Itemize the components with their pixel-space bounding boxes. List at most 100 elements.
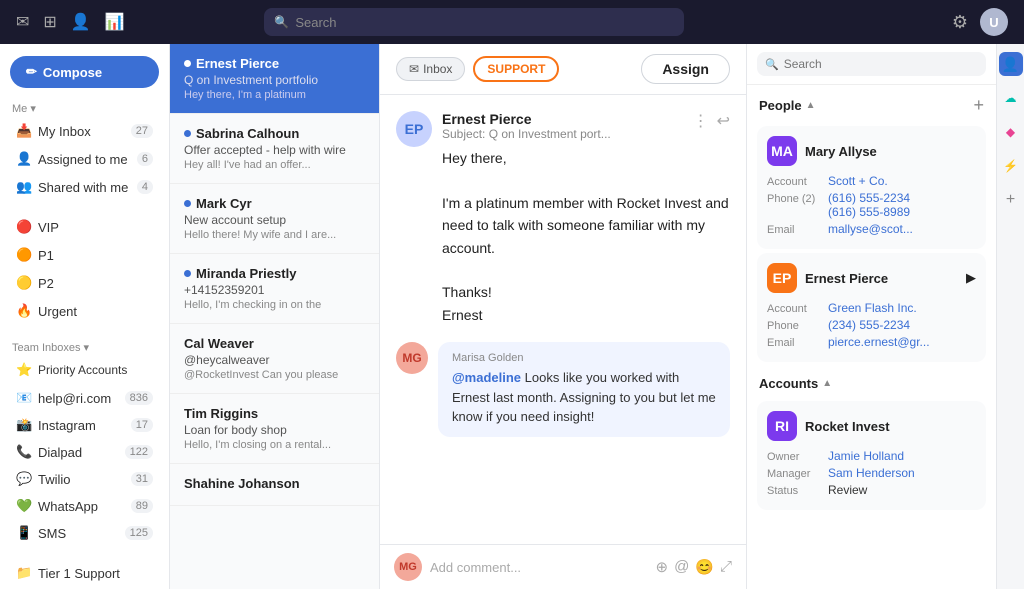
right-panel: 🔍 People ▲ + MA Mary Allyse Account Scot…: [746, 44, 996, 589]
sidebar-item-helpricom[interactable]: 📧help@ri.com836: [4, 385, 165, 411]
support-tab[interactable]: SUPPORT: [473, 56, 559, 82]
p1-icon: 🟠: [16, 247, 32, 263]
chart-icon[interactable]: 📊: [105, 12, 125, 32]
mary-email-row: Email mallyse@scot...: [767, 222, 976, 236]
inbox-tab[interactable]: ✉ Inbox: [396, 57, 465, 81]
conversation-item[interactable]: Sabrina Calhoun Offer accepted - help wi…: [170, 114, 379, 184]
main-panel: ✉ Inbox SUPPORT Assign EP Ernest Pierce …: [380, 44, 746, 589]
message-subject: Subject: Q on Investment port...: [442, 127, 683, 141]
right-search-input[interactable]: [784, 57, 978, 71]
vip-icon: 🔴: [16, 219, 32, 235]
inbox-icon: 📥: [16, 123, 32, 139]
sidebar-item-tier-1-support[interactable]: 📁Tier 1 Support: [4, 560, 165, 586]
sidebar-item-shared[interactable]: 👥 Shared with me 4: [4, 174, 165, 200]
account-name-rocket: Rocket Invest: [805, 419, 890, 434]
conv-preview: @RocketInvest Can you please: [184, 369, 365, 381]
sidebar-item-whatsapp[interactable]: 💚WhatsApp89: [4, 493, 165, 519]
icon-bar-app1[interactable]: ◆: [999, 120, 1023, 144]
reply-icon[interactable]: ↩: [717, 111, 730, 131]
inbox-item-icon: 📞: [16, 444, 32, 460]
assign-button[interactable]: Assign: [641, 54, 730, 84]
me-section-label[interactable]: Me ▾: [0, 98, 169, 117]
icon-bar-add[interactable]: +: [999, 188, 1023, 212]
contact-card-mary: MA Mary Allyse Account Scott + Co. Phone…: [757, 126, 986, 249]
at-icon[interactable]: @: [674, 558, 689, 576]
message-body: Hey there, I'm a platinum member with Ro…: [396, 147, 730, 326]
add-person-icon[interactable]: +: [973, 95, 984, 116]
sidebar-item-myinbox[interactable]: 📥 My Inbox 27: [4, 118, 165, 144]
conv-subject: Offer accepted - help with wire: [184, 143, 365, 157]
icon-bar-contacts[interactable]: 👤: [999, 52, 1023, 76]
sidebar-item-twilio[interactable]: 💬Twilio31: [4, 466, 165, 492]
message-signoff: Thanks!Ernest: [442, 281, 730, 326]
nav-icons-left: ✉ ⊞ 👤 📊: [16, 12, 125, 32]
icon-bar-app2[interactable]: ⚡: [999, 154, 1023, 178]
global-search-input[interactable]: [295, 15, 674, 30]
comment-input-bar: MG ⊕ @ 😊 ⤢: [380, 544, 746, 589]
inbox-tab-icon: ✉: [409, 62, 419, 76]
arrow-right-icon: ▶: [966, 270, 976, 286]
inbox-item-icon: 📸: [16, 417, 32, 433]
contact-header-ernest: EP Ernest Pierce ▶: [767, 263, 976, 293]
global-search-bar: 🔍: [264, 8, 684, 36]
mail-icon[interactable]: ✉: [16, 12, 29, 32]
contact-name-ernest: Ernest Pierce: [805, 271, 888, 286]
right-search-icon: 🔍: [765, 58, 779, 71]
message-greeting: Hey there,: [442, 147, 730, 169]
right-search-bar: 🔍: [757, 52, 986, 76]
message-actions: ⋮ ↩: [693, 111, 730, 131]
rocket-status-row: Status Review: [767, 483, 976, 497]
avatar[interactable]: U: [980, 8, 1008, 36]
sidebar-item-instagram[interactable]: 📸Instagram17: [4, 412, 165, 438]
compose-button[interactable]: ✏ Compose: [10, 56, 159, 88]
sidebar-item-vip[interactable]: 🔴 VIP: [4, 214, 165, 240]
emoji-icon[interactable]: 😊: [695, 558, 714, 576]
compose-icon: ✏: [26, 64, 37, 80]
conv-preview: Hello there! My wife and I are...: [184, 229, 365, 241]
people-chevron-icon[interactable]: ▲: [806, 100, 816, 111]
sender-name: Ernest Pierce: [442, 111, 683, 127]
people-section-title: People ▲: [759, 98, 816, 113]
add-icon[interactable]: ⊕: [655, 558, 668, 576]
conversation-item[interactable]: Mark Cyr New account setup Hello there! …: [170, 184, 379, 254]
accounts-chevron-icon[interactable]: ▲: [822, 378, 832, 389]
original-message: EP Ernest Pierce Subject: Q on Investmen…: [396, 111, 730, 326]
conv-subject: Loan for body shop: [184, 423, 365, 437]
accounts-section-header: Accounts ▲: [747, 366, 996, 397]
sidebar-item-p2[interactable]: 🟡 P2: [4, 270, 165, 296]
reply-text: @madeline Looks like you worked with Ern…: [452, 368, 716, 427]
grid-icon[interactable]: ⊞: [43, 12, 56, 32]
conv-name: Miranda Priestly: [184, 266, 365, 281]
conversation-item[interactable]: Tim Riggins Loan for body shop Hello, I'…: [170, 394, 379, 464]
sidebar-item-priority[interactable]: ⭐ Priority Accounts: [4, 357, 165, 383]
icon-bar-crm[interactable]: ☁: [999, 86, 1023, 110]
sidebar-item-urgent[interactable]: 🔥 Urgent: [4, 298, 165, 324]
conv-preview: Hey all! I've had an offer...: [184, 159, 365, 171]
user-icon[interactable]: 👤: [71, 12, 91, 32]
conversation-item[interactable]: Ernest Pierce Q on Investment portfolio …: [170, 44, 379, 114]
p2-icon: 🟡: [16, 275, 32, 291]
sidebar-item-assigned[interactable]: 👤 Assigned to me 6: [4, 146, 165, 172]
search-icon: 🔍: [274, 15, 289, 29]
contact-header-rocket: RI Rocket Invest: [767, 411, 976, 441]
conversation-item[interactable]: Shahine Johanson: [170, 464, 379, 506]
mary-phone-row: Phone (2) (616) 555-2234 (616) 555-8989: [767, 191, 976, 219]
more-icon[interactable]: ⋮: [693, 111, 709, 131]
conversation-item[interactable]: Cal Weaver @heycalweaver @RocketInvest C…: [170, 324, 379, 394]
sidebar-item-p1[interactable]: 🟠 P1: [4, 242, 165, 268]
conversation-item[interactable]: Miranda Priestly +14152359201 Hello, I'm…: [170, 254, 379, 324]
team-inboxes-label[interactable]: Team Inboxes ▾: [0, 337, 169, 356]
sidebar-item-sms[interactable]: 📱SMS125: [4, 520, 165, 546]
contact-card-rocket: RI Rocket Invest Owner Jamie Holland Man…: [757, 401, 986, 510]
comment-input[interactable]: [430, 560, 647, 575]
settings-icon[interactable]: ⚙: [952, 12, 968, 33]
message-conversation: EP Ernest Pierce Subject: Q on Investmen…: [380, 95, 746, 544]
urgent-icon: 🔥: [16, 303, 32, 319]
inbox-item-icon: 💚: [16, 498, 32, 514]
expand-icon[interactable]: ⤢: [720, 558, 732, 576]
sidebar-item-dialpad[interactable]: 📞Dialpad122: [4, 439, 165, 465]
people-section-header: People ▲ +: [747, 85, 996, 122]
mary-account-row: Account Scott + Co.: [767, 174, 976, 188]
conv-subject: Q on Investment portfolio: [184, 73, 365, 87]
icon-bar: 👤 ☁ ◆ ⚡ +: [996, 44, 1024, 589]
